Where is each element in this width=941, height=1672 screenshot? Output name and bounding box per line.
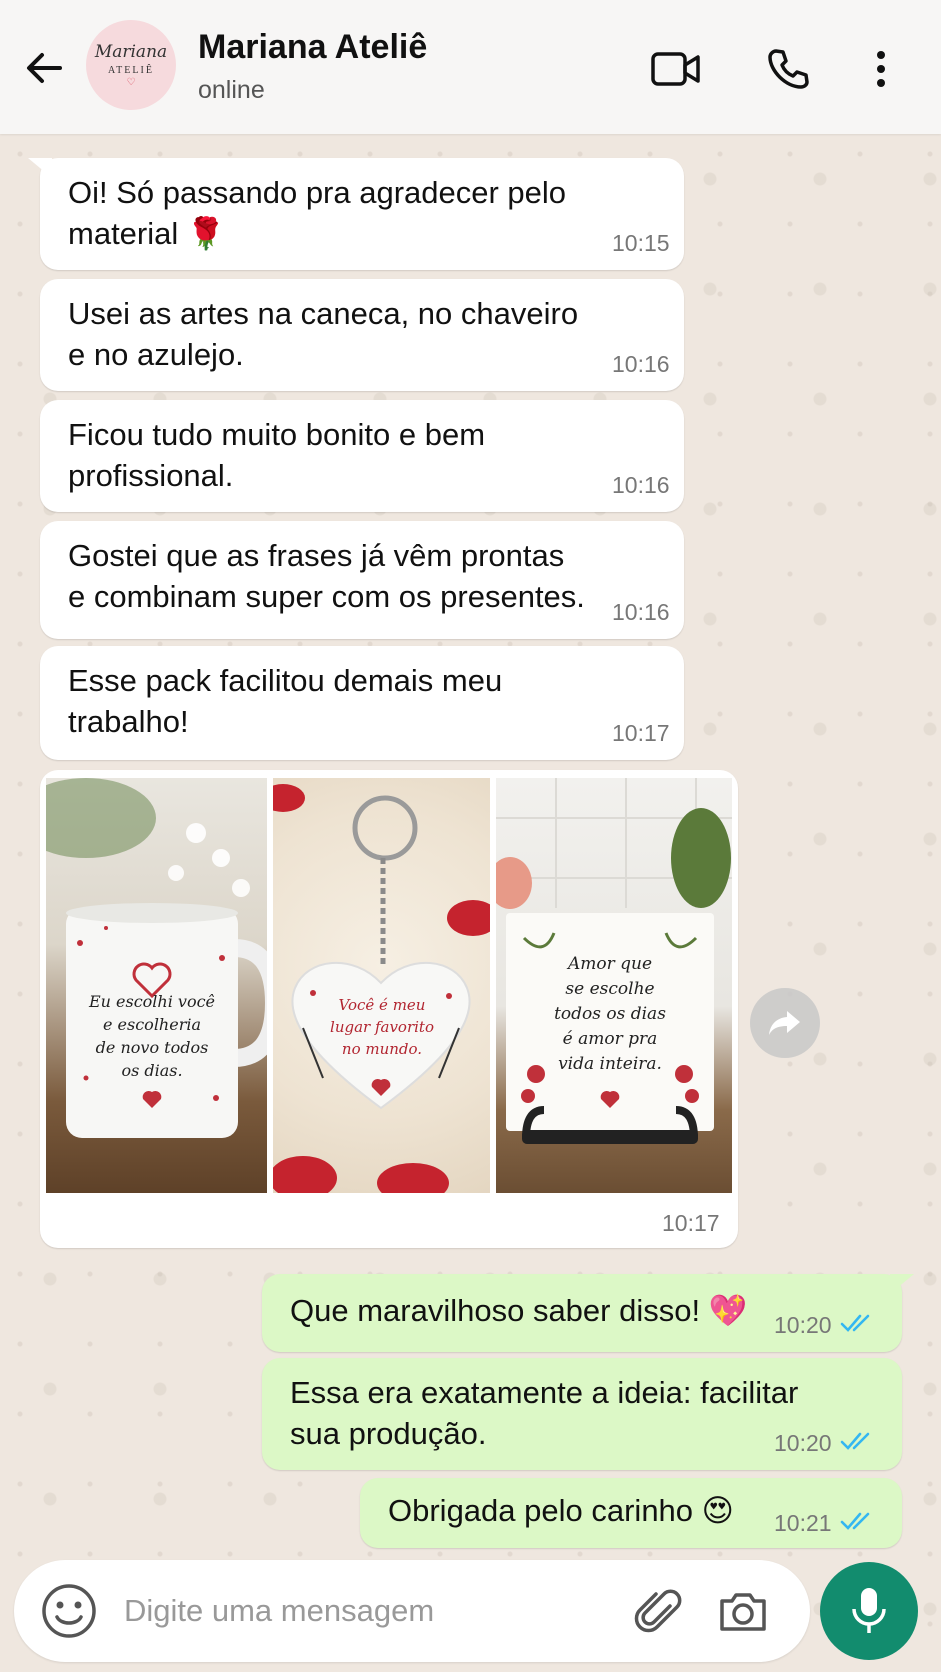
bubble-tail [28, 158, 52, 178]
message-text: Esse pack facilitou demais meu trabalho! [68, 663, 503, 739]
message-text: Que maravilhoso saber disso! 💖 [290, 1293, 748, 1328]
message-text: Obrigada pelo carinho 😍 [388, 1493, 734, 1528]
back-arrow-icon[interactable] [22, 46, 66, 90]
message-time: 10:20 [774, 1430, 832, 1456]
more-options-icon[interactable] [866, 46, 896, 92]
message-bubble-incoming[interactable]: Esse pack facilitou demais meu trabalho!… [40, 646, 684, 760]
read-receipt-icon [840, 1314, 870, 1332]
forward-icon [769, 1011, 800, 1035]
read-receipt-icon [840, 1432, 870, 1450]
avatar-logo-subtext: ATELIÊ [108, 65, 154, 76]
message-time: 10:16 [612, 599, 670, 625]
message-time: 10:17 [612, 720, 670, 746]
message-bubble-incoming[interactable]: Ficou tudo muito bonito e bem profission… [40, 400, 684, 512]
read-receipt-icon [840, 1512, 870, 1530]
message-time: 10:16 [612, 351, 670, 377]
message-time: 10:15 [612, 230, 670, 256]
message-bubble-outgoing[interactable]: Essa era exatamente a ideia: facilitar s… [262, 1358, 902, 1470]
message-text: Essa era exatamente a ideia: facilitar s… [290, 1375, 799, 1451]
tile-phrase: Amor que se escolhe todos os dias é amor… [554, 954, 666, 1074]
mic-button[interactable] [820, 1562, 918, 1660]
photo-mug[interactable]: Eu escolhi você e escolheria de novo tod… [46, 778, 267, 1193]
keychain-illustration [273, 784, 490, 1193]
video-call-icon[interactable] [650, 46, 702, 92]
camera-icon[interactable] [716, 1584, 770, 1638]
mug-phrase: Eu escolhi você e escolheria de novo tod… [88, 992, 216, 1080]
message-bubble-incoming[interactable]: Gostei que as frases já vêm prontas e co… [40, 521, 684, 639]
avatar-logo-text: Mariana [94, 42, 168, 62]
message-time: 10:20 [774, 1312, 832, 1338]
message-time: 10:17 [662, 1210, 720, 1236]
message-time: 10:21 [774, 1510, 832, 1536]
message-bubble-incoming[interactable]: Oi! Só passando pra agradecer pelo mater… [28, 158, 684, 270]
message-input[interactable] [124, 1588, 604, 1634]
message-bubble-outgoing[interactable]: Obrigada pelo carinho 😍 10:21 [360, 1478, 902, 1548]
photo-tile[interactable]: Amor que se escolhe todos os dias é amor… [496, 778, 732, 1193]
chat-header: Mariana ATELIÊ ♡ Mariana Ateliê online [0, 0, 941, 134]
message-time: 10:16 [612, 472, 670, 498]
message-bubble-outgoing[interactable]: Que maravilhoso saber disso! 💖 10:20 [262, 1274, 914, 1352]
keychain-phrase: Você é meu lugar favorito no mundo. [330, 996, 434, 1058]
photo-keychain[interactable]: Você é meu lugar favorito no mundo. [273, 778, 490, 1193]
bubble-tail [890, 1274, 914, 1294]
forward-button[interactable] [750, 988, 820, 1058]
contact-name[interactable]: Mariana Ateliê [198, 28, 427, 67]
avatar-heart-icon: ♡ [126, 77, 136, 88]
avatar[interactable]: Mariana ATELIÊ ♡ [86, 20, 176, 110]
message-bubble-incoming[interactable]: Usei as artes na caneca, no chaveiro e n… [40, 279, 684, 391]
microphone-icon [852, 1588, 886, 1633]
message-text: Usei as artes na caneca, no chaveiro e n… [68, 296, 579, 372]
phone-icon[interactable] [762, 46, 814, 92]
attach-icon[interactable] [630, 1584, 684, 1638]
contact-status: online [198, 76, 265, 104]
message-text: Oi! Só passando pra agradecer pelo mater… [68, 175, 567, 251]
message-text: Ficou tudo muito bonito e bem profission… [68, 417, 486, 493]
message-composer [14, 1560, 810, 1662]
mug-illustration [46, 778, 267, 1138]
image-message-bubble[interactable]: Eu escolhi você e escolheria de novo tod… [40, 770, 738, 1248]
message-text: Gostei que as frases já vêm prontas e co… [68, 538, 585, 614]
emoji-icon[interactable] [40, 1582, 98, 1640]
